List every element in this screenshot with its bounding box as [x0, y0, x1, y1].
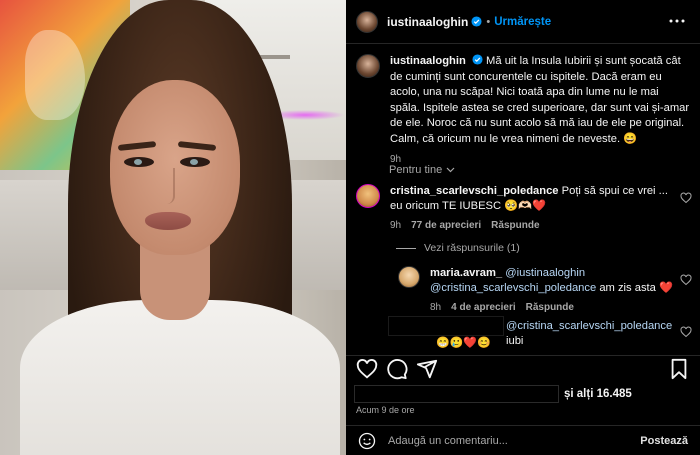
reply-username[interactable]: maria.avram_ [430, 267, 502, 279]
reply-text: iubi [506, 335, 524, 347]
view-replies-toggle[interactable]: Vezi răspunsurile (1) [396, 242, 520, 254]
likes-count-text[interactable]: și alți 16.485 [564, 388, 632, 400]
like-reply-heart-icon[interactable] [680, 274, 692, 286]
author-username[interactable]: iustinaaloghin [387, 15, 468, 29]
post-details-panel: iustinaaloghin • Urmărește iustinaaloghi… [346, 0, 700, 455]
reply-mention[interactable]: @cristina_scarlevschi_poledance [506, 320, 672, 332]
verified-badge-icon [472, 54, 483, 65]
right-eye [180, 157, 210, 167]
nose [161, 168, 175, 204]
likes-summary[interactable]: și alți 16.485 [346, 385, 700, 405]
reply-text: am zis asta ❤️ [599, 282, 673, 294]
instagram-post-modal: iustinaaloghin • Urmărește iustinaaloghi… [0, 0, 700, 455]
author-avatar[interactable] [356, 10, 378, 33]
post-actions-bar [346, 355, 700, 381]
commenter-username[interactable]: cristina_scarlevschi_poledance [390, 185, 559, 197]
left-eye [124, 157, 154, 167]
comment-time: 9h [390, 220, 402, 231]
follow-button[interactable]: Urmărește [494, 16, 551, 28]
save-bookmark-icon[interactable] [668, 358, 690, 380]
separator-dot: • [486, 15, 491, 28]
lips [145, 212, 191, 230]
comment-icon[interactable] [386, 358, 408, 380]
post-header: iustinaaloghin • Urmărește [346, 0, 700, 44]
reply-button[interactable]: Răspunde [491, 218, 539, 233]
post-photo[interactable] [0, 0, 346, 455]
verified-badge-icon [471, 16, 482, 27]
view-replies-label: Vezi răspunsurile (1) [424, 242, 520, 254]
white-shirt [20, 300, 340, 455]
like-heart-icon[interactable] [356, 358, 378, 380]
comments-scroll-area[interactable]: iustinaaloghin Mă uit la Insula Iubirii … [346, 44, 700, 354]
comment-filter-dropdown[interactable]: Pentru tine [389, 164, 455, 176]
comment-input[interactable]: Adaugă un comentariu... [388, 435, 640, 447]
emoji-icon[interactable] [358, 432, 376, 450]
comment-item: cristina_scarlevschi_poledance Poți să s… [356, 184, 676, 233]
share-icon[interactable] [416, 358, 438, 380]
reply-mention[interactable]: @cristina_scarlevschi_poledance [430, 282, 596, 294]
comment-filter-label: Pentru tine [389, 164, 443, 176]
reply-time: 8h [430, 302, 442, 313]
redacted-likers-block [354, 385, 559, 403]
reply-avatar[interactable] [398, 266, 420, 288]
chevron-down-icon [446, 167, 455, 173]
post-comment-button[interactable]: Postează [640, 435, 688, 447]
like-reply-heart-icon[interactable] [680, 326, 692, 338]
commenter-avatar[interactable] [356, 184, 380, 208]
reply-mention[interactable]: @iustinaaloghin [505, 267, 585, 279]
add-comment-bar: Adaugă un comentariu... Postează [346, 425, 700, 455]
reply-item: @cristina_scarlevschi_poledance iubi [506, 319, 676, 349]
reply-item: maria.avram_ @iustinaaloghin @cristina_s… [398, 266, 678, 315]
reply-likes[interactable]: 4 de aprecieri [451, 300, 515, 315]
post-timestamp: Acum 9 de ore [356, 405, 415, 415]
caption-username[interactable]: iustinaaloghin [390, 55, 466, 67]
redacted-username-block [388, 316, 504, 336]
reply-emojis: 😁🥲❤️😊 [436, 337, 491, 349]
post-caption: iustinaaloghin Mă uit la Insula Iubirii … [356, 54, 696, 168]
caption-avatar[interactable] [356, 54, 380, 78]
replies-divider-line [396, 247, 416, 249]
more-options-icon[interactable] [668, 14, 686, 28]
comment-likes[interactable]: 77 de aprecieri [411, 218, 481, 233]
like-comment-heart-icon[interactable] [680, 192, 692, 204]
caption-text: Mă uit la Insula Iubirii și sunt șocată … [390, 55, 690, 145]
reply-button[interactable]: Răspunde [526, 300, 574, 315]
